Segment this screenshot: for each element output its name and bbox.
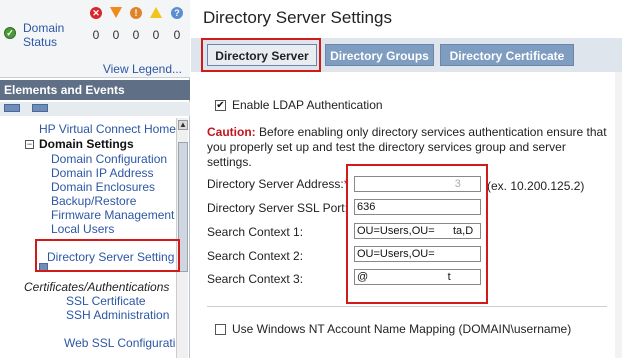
info-count: 0: [173, 28, 181, 42]
annotation-highlight-box: [201, 38, 321, 72]
elements-events-header: Elements and Events: [0, 80, 190, 100]
tree-toolbar: [0, 102, 190, 116]
tree-item-hp-home[interactable]: HP Virtual Connect Home: [39, 122, 176, 136]
caution-label: Caution:: [207, 125, 256, 139]
collapse-all-button[interactable]: [32, 104, 48, 112]
server-address-label: Directory Server Address:*: [207, 177, 348, 191]
tree-heading-certificates: Certificates/Authentications: [24, 280, 170, 294]
expand-all-button[interactable]: [4, 104, 20, 112]
major-icon: [110, 7, 122, 18]
content-scrollbar[interactable]: [615, 72, 622, 358]
page-title: Directory Server Settings: [203, 8, 392, 27]
domain-status-link[interactable]: Domain Status: [23, 21, 73, 49]
tab-directory-groups[interactable]: Directory Groups: [325, 44, 434, 66]
scroll-up-arrow-icon[interactable]: ▲: [178, 120, 188, 130]
nt-mapping-label: Use Windows NT Account Name Mapping (DOM…: [232, 322, 572, 336]
tree-item-domain-ip-address[interactable]: Domain IP Address: [51, 166, 154, 180]
search-context-1-label: Search Context 1:: [207, 225, 304, 239]
warning-icon: [150, 7, 162, 18]
section-divider: [207, 306, 607, 307]
tree-item-domain-enclosures[interactable]: Domain Enclosures: [51, 180, 155, 194]
tree-item-firmware-management[interactable]: Firmware Management: [51, 208, 174, 222]
search-context-3-label: Search Context 3:: [207, 272, 304, 286]
ssl-port-label: Directory Server SSL Port:: [207, 201, 348, 215]
tree-item-local-users[interactable]: Local Users: [51, 222, 114, 236]
navigation-tree: HP Virtual Connect Home − Domain Setting…: [0, 118, 176, 358]
left-navigation-pane: ✓ Domain Status ✕ ! ? 0 0 0 0 0 View Leg…: [0, 0, 190, 358]
server-address-hint: (ex. 10.200.125.2): [487, 179, 585, 193]
collapse-toggle-icon[interactable]: −: [25, 140, 34, 149]
tree-item-ssh-administration[interactable]: SSH Administration: [66, 308, 169, 322]
tree-item-web-ssl-configuration[interactable]: Web SSL Configurati: [64, 336, 175, 350]
enable-ldap-checkbox[interactable]: ✔: [215, 100, 226, 111]
status-ok-icon: ✓: [4, 27, 16, 39]
search-context-2-label: Search Context 2:: [207, 249, 304, 263]
tab-directory-certificate[interactable]: Directory Certificate: [440, 44, 574, 66]
major-count: 0: [112, 28, 120, 42]
tree-item-ssl-certificate[interactable]: SSL Certificate: [66, 294, 146, 308]
info-icon: ?: [171, 7, 183, 19]
main-content-pane: Directory Server Settings Directory Serv…: [191, 0, 622, 358]
enable-ldap-label: Enable LDAP Authentication: [232, 98, 383, 112]
tree-item-domain-settings[interactable]: Domain Settings: [39, 137, 134, 151]
annotation-highlight-box: [346, 164, 488, 304]
domain-status-box: ✓ Domain Status ✕ ! ? 0 0 0 0 0 View Leg…: [0, 0, 190, 78]
warning-count: 0: [152, 28, 160, 42]
nt-mapping-checkbox[interactable]: [215, 324, 226, 335]
critical-icon: ✕: [90, 7, 102, 19]
tree-scrollbar[interactable]: ▲: [176, 118, 188, 358]
tree-item-domain-configuration[interactable]: Domain Configuration: [51, 152, 167, 166]
annotation-highlight-box: [35, 239, 180, 272]
critical-count: 0: [92, 28, 100, 42]
minor-count: 0: [132, 28, 140, 42]
caution-text: Before enabling only directory services …: [207, 125, 607, 169]
tree-item-backup-restore[interactable]: Backup/Restore: [51, 194, 136, 208]
server-address-label-text: Directory Server Address:: [207, 177, 344, 191]
view-legend-link[interactable]: View Legend...: [103, 62, 182, 76]
minor-icon: !: [130, 7, 142, 19]
